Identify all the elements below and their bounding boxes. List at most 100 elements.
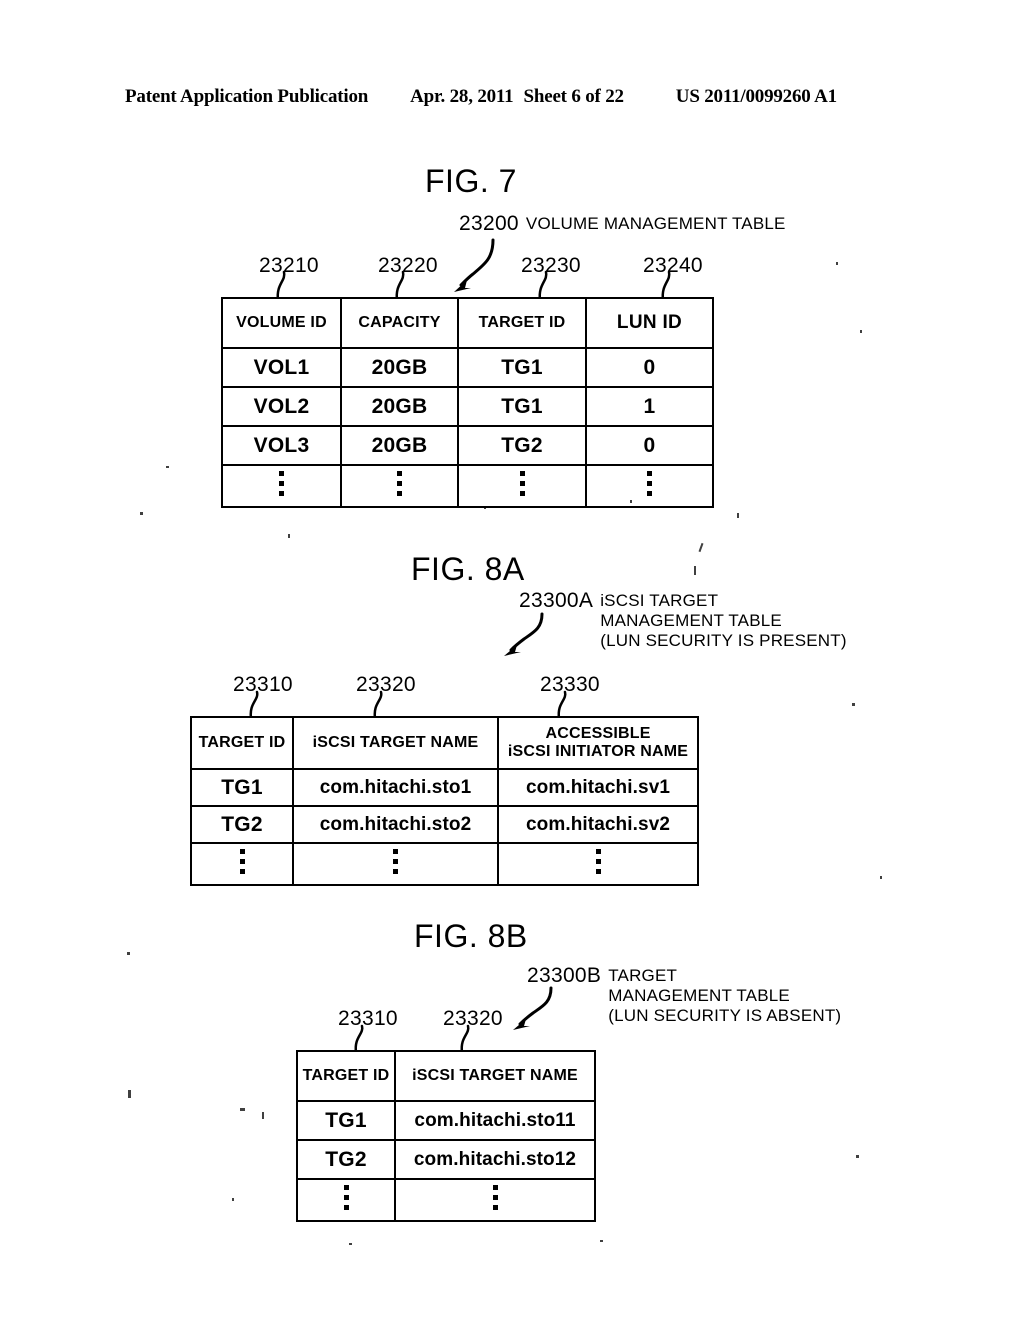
scan-speck [240,1108,245,1111]
cell-target-id: TG1 [457,386,587,427]
scan-speck [852,703,855,706]
cell-lun-id: 0 [585,347,714,388]
figure-title-fig7: FIG. 7 [425,163,517,199]
leader-arrow-23300a [500,612,552,658]
scan-speck [166,466,169,468]
page-header: Patent Application Publication Apr. 28, … [125,86,900,108]
column-header-iscsi-target-name: iSCSI TARGET NAME [394,1050,596,1102]
table-row: VOL1 20GB TG1 0 [221,347,714,388]
column-header-target-id: TARGET ID [190,716,294,770]
table-row: TG1 com.hitachi.sto1 com.hitachi.sv1 [190,768,699,807]
scan-speck [860,330,862,333]
cell-target-id: TG2 [457,425,587,466]
caption-line: VOLUME MANAGEMENT TABLE [525,214,786,233]
caption-fig8b: 23300B TARGET MANAGEMENT TABLE (LUN SECU… [527,964,841,1026]
column-header-iscsi-target-name: iSCSI TARGET NAME [292,716,499,770]
cell-target-id: TG1 [296,1100,396,1141]
figure-title-fig8b: FIG. 8B [414,918,528,954]
scan-speck [127,952,130,955]
caption-text-fig7: VOLUME MANAGEMENT TABLE [526,214,786,234]
cell-capacity: 20GB [340,347,459,388]
caption-line: iSCSI TARGET [600,591,719,610]
cell-target-id: TG2 [190,805,294,844]
scan-speck [856,1155,859,1158]
caption-line: MANAGEMENT TABLE [608,986,790,1005]
scan-speck [484,506,486,509]
cell-capacity: 20GB [340,386,459,427]
cell-target-id: TG2 [296,1139,396,1180]
caption-text-fig8a: iSCSI TARGET MANAGEMENT TABLE (LUN SECUR… [600,591,847,651]
scan-speck [630,500,632,503]
scan-speck [232,1198,234,1201]
column-header-line2: iSCSI INITIATOR NAME [507,743,689,760]
vertical-ellipsis-icon [497,842,699,886]
cell-iscsi-target-name: com.hitachi.sto12 [394,1139,596,1180]
caption-line: MANAGEMENT TABLE [600,611,782,630]
cell-iscsi-target-name: com.hitachi.sto2 [292,805,499,844]
column-header-volume-id: VOLUME ID [221,297,342,349]
cell-target-id: TG1 [190,768,294,807]
leader-arrow-23300b [509,986,561,1032]
vertical-ellipsis-icon [340,464,459,508]
table-ellipsis-row [296,1178,596,1222]
scan-speck [140,512,143,515]
volume-management-table: VOLUME ID CAPACITY TARGET ID LUN ID VOL1… [221,297,714,508]
scan-speck [349,1243,352,1245]
iscsi-target-management-table-lun-security-present: TARGET ID iSCSI TARGET NAME ACCESSIBLE i… [190,716,699,886]
cell-target-id: TG1 [457,347,587,388]
column-header-capacity: CAPACITY [340,297,459,349]
table-row: VOL3 20GB TG2 0 [221,425,714,466]
table-ellipsis-row [221,464,714,508]
table-row: TG1 com.hitachi.sto11 [296,1100,596,1141]
vertical-ellipsis-icon [585,464,714,508]
column-header-target-id: TARGET ID [296,1050,396,1102]
cell-iscsi-target-name: com.hitachi.sto1 [292,768,499,807]
vertical-ellipsis-icon [221,464,342,508]
cell-volume-id: VOL1 [221,347,342,388]
caption-ref-number-23300a: 23300A [519,589,594,612]
publication-label: Patent Application Publication [125,86,369,107]
cell-lun-id: 1 [585,386,714,427]
table-header-row: TARGET ID iSCSI TARGET NAME ACCESSIBLE i… [190,716,699,770]
scan-speck [694,566,696,575]
cell-lun-id: 0 [585,425,714,466]
vertical-ellipsis-icon [190,842,294,886]
cell-capacity: 20GB [340,425,459,466]
scan-speck [262,1112,264,1119]
vertical-ellipsis-icon [292,842,499,886]
figure-title-fig8a: FIG. 8A [411,551,525,587]
scan-speck [737,513,739,518]
column-header-line1: ACCESSIBLE [545,725,651,742]
table-header-row: VOLUME ID CAPACITY TARGET ID LUN ID [221,297,714,349]
scan-speck [600,1240,603,1242]
caption-ref-number-23200: 23200 [459,212,519,235]
column-header-target-id: TARGET ID [457,297,587,349]
caption-line: (LUN SECURITY IS PRESENT) [600,631,847,650]
caption-line: (LUN SECURITY IS ABSENT) [608,1006,842,1025]
cell-volume-id: VOL2 [221,386,342,427]
patent-number: US 2011/0099260 A1 [675,86,837,107]
cell-iscsi-target-name: com.hitachi.sto11 [394,1100,596,1141]
target-management-table-lun-security-absent: TARGET ID iSCSI TARGET NAME TG1 com.hita… [296,1050,596,1222]
vertical-ellipsis-icon [457,464,587,508]
scan-speck [288,534,290,538]
scan-speck [836,262,838,265]
scan-speck [698,542,704,553]
vertical-ellipsis-icon [394,1178,596,1222]
table-ellipsis-row [190,842,699,886]
cell-iscsi-initiator-name: com.hitachi.sv1 [497,768,699,807]
vertical-ellipsis-icon [296,1178,396,1222]
caption-fig7: 23200 VOLUME MANAGEMENT TABLE [459,212,786,235]
table-row: VOL2 20GB TG1 1 [221,386,714,427]
cell-volume-id: VOL3 [221,425,342,466]
leader-arrow-23200 [449,238,504,296]
scan-speck [880,876,882,879]
column-header-lun-id: LUN ID [585,297,714,349]
scan-speck [128,1090,131,1098]
sheet-number: Sheet 6 of 22 [523,86,624,107]
caption-ref-number-23300b: 23300B [527,964,602,987]
caption-line: TARGET [608,966,678,985]
publication-date: Apr. 28, 2011 [410,86,514,107]
caption-text-fig8b: TARGET MANAGEMENT TABLE (LUN SECURITY IS… [608,966,841,1026]
caption-fig8a: 23300A iSCSI TARGET MANAGEMENT TABLE (LU… [519,589,847,651]
